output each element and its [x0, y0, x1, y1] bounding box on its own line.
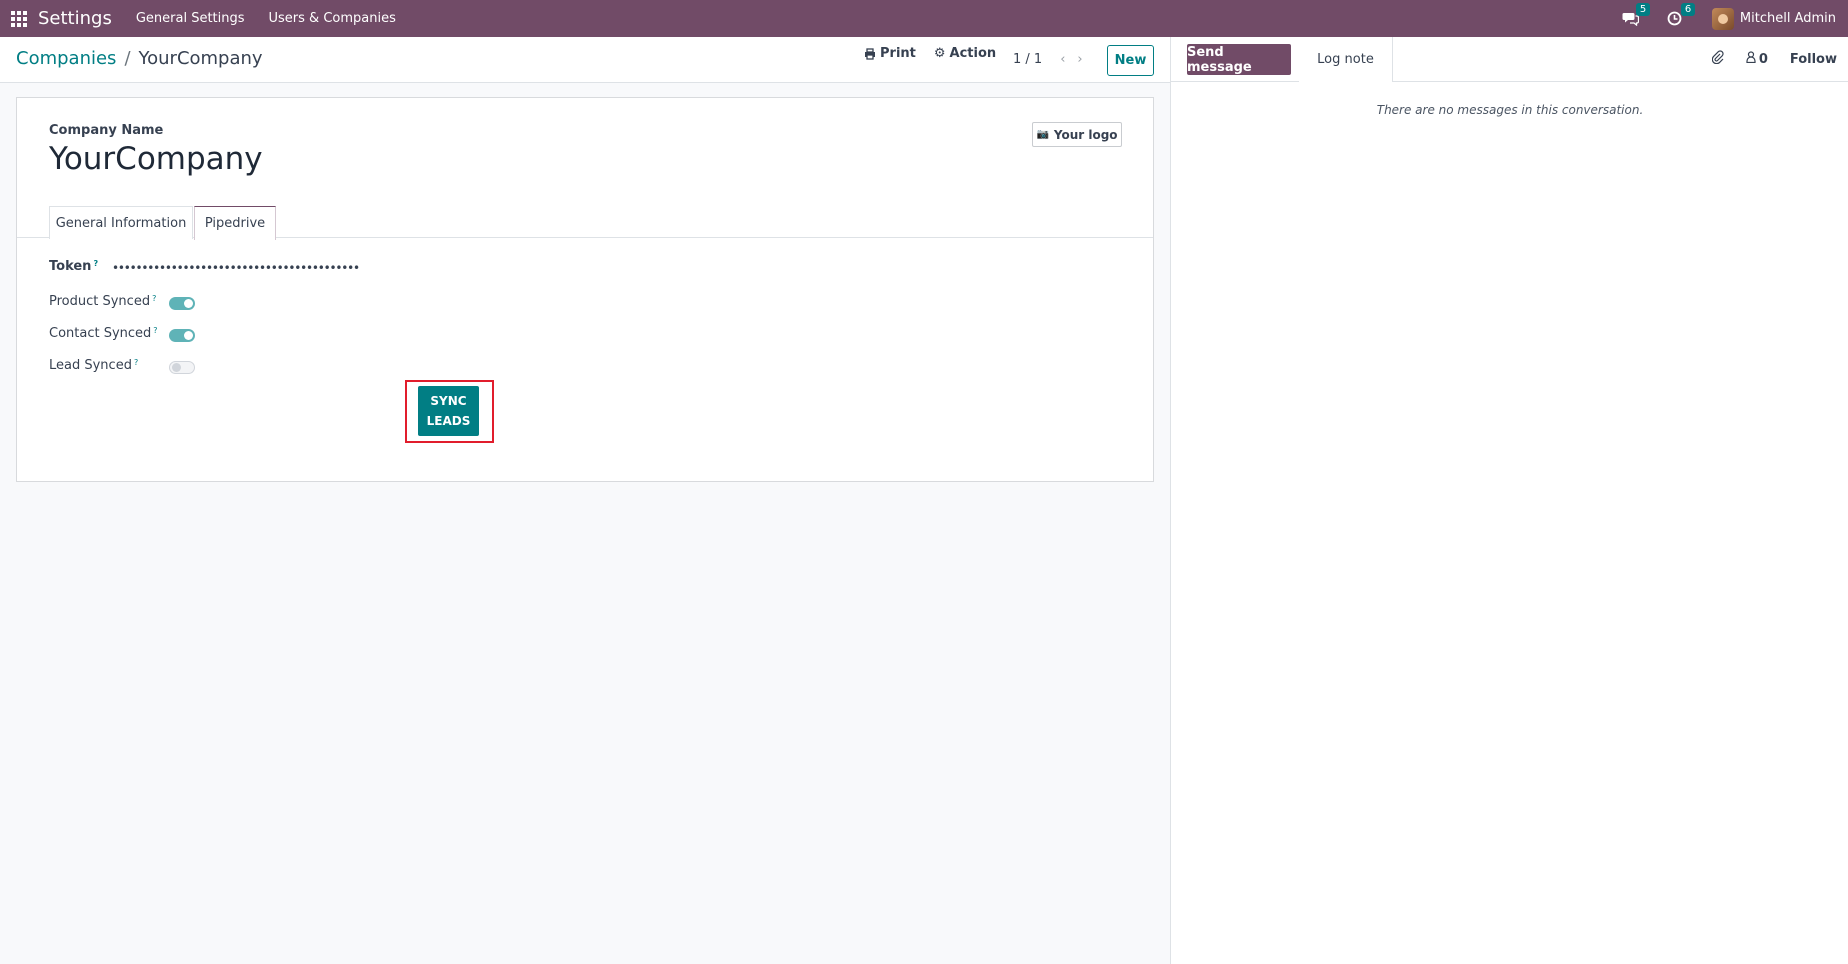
messages-systray[interactable]: 5 [1622, 3, 1651, 26]
lead-synced-label-text: Lead Synced [49, 358, 132, 373]
activities-count-badge: 6 [1680, 3, 1696, 16]
breadcrumb-current: YourCompany [138, 48, 263, 69]
company-name-label: Company Name [49, 123, 164, 138]
chevron-left-icon[interactable]: ‹ [1060, 52, 1065, 67]
contact-synced-toggle[interactable] [169, 329, 195, 342]
activities-systray[interactable]: 6 [1667, 3, 1696, 26]
chevron-right-icon[interactable]: › [1077, 52, 1082, 67]
new-record-button[interactable]: New [1107, 45, 1154, 76]
send-message-button[interactable]: Send message [1187, 44, 1291, 75]
form-sheet: Company Name YourCompany 📷 Your logo Gen… [16, 97, 1154, 482]
tab-general-information[interactable]: General Information [49, 206, 193, 239]
menu-users-companies[interactable]: Users & Companies [269, 11, 396, 26]
token-help-icon[interactable]: ? [93, 259, 98, 268]
product-synced-label: Product Synced? [49, 294, 156, 309]
followers-count: 0 [1758, 51, 1768, 67]
form-actions: Print ⚙ Action [864, 46, 996, 61]
lead-synced-label: Lead Synced? [49, 358, 138, 373]
tab-pipedrive[interactable]: Pipedrive [194, 206, 276, 240]
breadcrumb: Companies / YourCompany [16, 48, 263, 69]
notebook-tabs: General Information Pipedrive [17, 206, 1153, 240]
app-title[interactable]: Settings [38, 8, 112, 29]
sync-leads-button[interactable]: SYNC LEADS [418, 386, 479, 436]
top-navbar: Settings General Settings Users & Compan… [0, 0, 1848, 37]
contact-synced-help-icon[interactable]: ? [153, 326, 157, 335]
no-messages-text: There are no messages in this conversati… [1376, 103, 1644, 117]
breadcrumb-separator: / [124, 48, 131, 69]
action-menu-button[interactable]: ⚙ Action [934, 46, 996, 61]
chatter-topbar: Send message Log note 0 Follow [1171, 37, 1848, 82]
user-menu[interactable]: Mitchell Admin [1711, 7, 1836, 30]
clock-icon [1667, 11, 1682, 26]
apps-menu-icon[interactable] [0, 0, 37, 37]
user-avatar [1711, 7, 1734, 30]
logo-label: Your logo [1053, 127, 1118, 142]
follow-button[interactable]: Follow [1790, 52, 1837, 67]
print-label: Print [880, 46, 916, 61]
token-label: Token? [49, 259, 98, 274]
camera-icon: 📷 [1036, 129, 1049, 140]
action-label: Action [949, 46, 997, 61]
pager-value[interactable]: 1 / 1 [1013, 52, 1042, 67]
breadcrumb-companies-link[interactable]: Companies [16, 48, 116, 69]
product-synced-toggle[interactable] [169, 297, 195, 310]
log-note-button[interactable]: Log note [1299, 37, 1393, 82]
control-panel: Companies / YourCompany Print ⚙ Action 1… [0, 37, 1170, 83]
menu-general-settings[interactable]: General Settings [136, 11, 245, 26]
print-button[interactable]: Print [864, 46, 916, 61]
contact-synced-label: Contact Synced? [49, 326, 158, 341]
lead-synced-help-icon[interactable]: ? [134, 358, 138, 367]
messages-count-badge: 5 [1635, 3, 1651, 16]
logo-upload-button[interactable]: 📷 Your logo [1032, 122, 1122, 147]
chatter-panel: Send message Log note 0 Follow There are… [1170, 37, 1848, 964]
paperclip-icon[interactable] [1711, 50, 1724, 68]
token-label-text: Token [49, 259, 92, 274]
product-synced-label-text: Product Synced [49, 294, 151, 309]
printer-icon [865, 47, 875, 60]
company-name-field[interactable]: YourCompany [49, 141, 263, 177]
token-field[interactable]: ••••••••••••••••••••••••••••••••••••••••… [112, 261, 360, 275]
lead-synced-toggle[interactable] [169, 361, 195, 374]
followers-button[interactable]: 0 [1746, 51, 1768, 67]
pager: 1 / 1 ‹ › [1013, 52, 1083, 67]
user-name: Mitchell Admin [1739, 11, 1836, 26]
gear-icon: ⚙ [933, 46, 946, 61]
user-icon [1746, 51, 1756, 67]
product-synced-help-icon[interactable]: ? [152, 294, 156, 303]
contact-synced-label-text: Contact Synced [49, 326, 152, 341]
